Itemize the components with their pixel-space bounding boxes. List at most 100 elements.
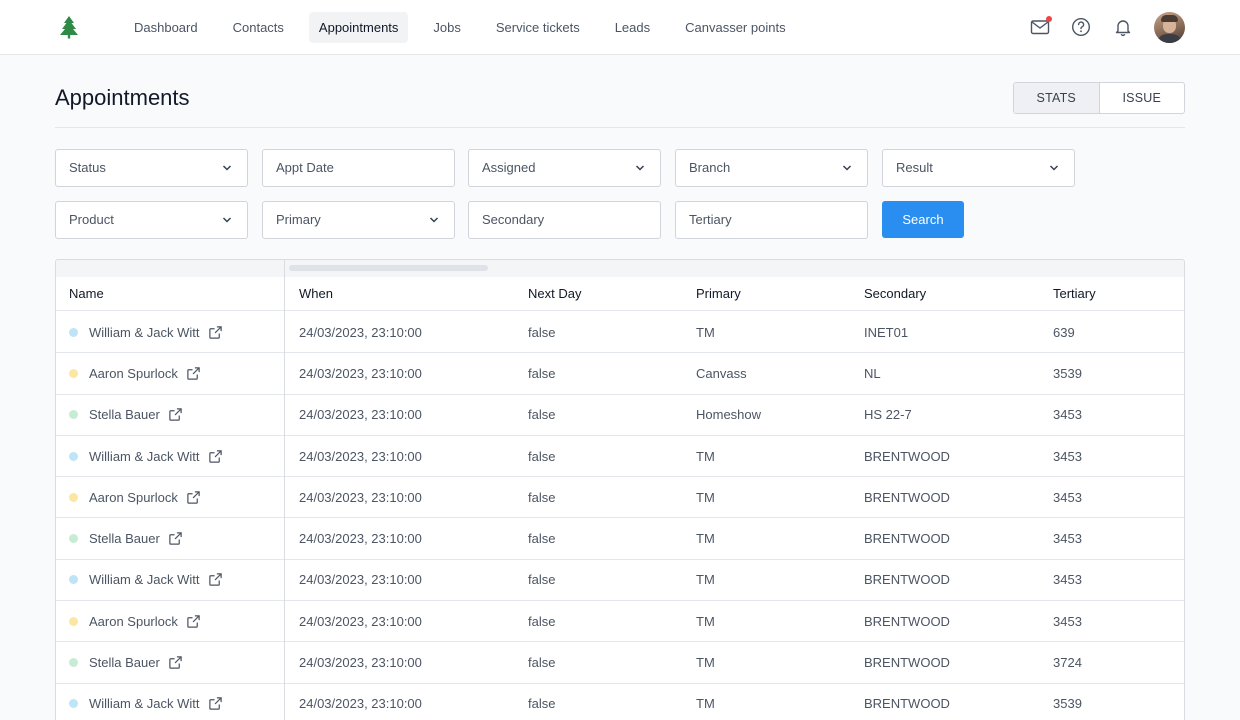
help-icon[interactable] [1071,17,1091,37]
external-link-icon[interactable] [186,366,201,381]
nav-dashboard[interactable]: Dashboard [124,12,208,43]
branch-select[interactable]: Branch [675,149,868,187]
secondary-input[interactable]: Secondary [468,201,661,239]
branch-select-label: Branch [689,160,731,175]
secondary-cell: BRENTWOOD [864,696,950,712]
table-row[interactable]: William & Jack Witt 24/03/2023, 23:10:00 f… [56,560,1184,602]
nav-leads[interactable]: Leads [605,12,660,43]
contact-name[interactable]: Aaron Spurlock [89,366,178,381]
search-button[interactable]: Search [882,201,964,238]
next-day-cell: false [528,531,556,547]
assigned-select[interactable]: Assigned [468,149,661,187]
nav-canvasser-points[interactable]: Canvasser points [675,12,795,43]
tertiary-input[interactable]: Tertiary [675,201,868,239]
table-row[interactable]: William & Jack Witt 24/03/2023, 23:10:00 f… [56,684,1184,720]
contact-name[interactable]: Aaron Spurlock [89,490,178,505]
status-dot [69,699,78,709]
contact-name[interactable]: William & Jack Witt [89,449,200,464]
product-select[interactable]: Product [55,201,248,239]
column-header-primary[interactable]: Primary [696,277,741,310]
chevron-down-icon [222,165,232,171]
status-dot [69,492,78,502]
horizontal-scrollbar[interactable] [56,260,1184,277]
contact-name[interactable]: William & Jack Witt [89,696,200,711]
column-header-when[interactable]: When [299,277,333,310]
primary-select[interactable]: Primary [262,201,455,239]
external-link-icon[interactable] [186,490,201,505]
nav-appointments[interactable]: Appointments [308,12,409,43]
secondary-cell: BRENTWOOD [864,448,950,464]
contact-name[interactable]: William & Jack Witt [89,325,200,340]
primary-cell: TM [696,489,715,505]
primary-select-label: Primary [276,212,321,227]
external-link-icon[interactable] [208,696,223,711]
view-toggle: STATS ISSUE [1013,82,1185,114]
column-header-secondary[interactable]: Secondary [864,277,926,310]
assigned-select-label: Assigned [482,160,536,175]
status-select[interactable]: Status [55,149,248,187]
external-link-icon[interactable] [168,407,183,422]
table-row[interactable]: Stella Bauer 24/03/2023, 23:10:00 false TM B… [56,642,1184,684]
secondary-cell: NL [864,365,881,381]
result-select[interactable]: Result [882,149,1075,187]
table-row[interactable]: Stella Bauer 24/03/2023, 23:10:00 false Hom… [56,395,1184,436]
when-cell: 24/03/2023, 23:10:00 [299,489,422,505]
tree-logo-icon[interactable] [57,15,81,39]
column-header-tertiary[interactable]: Tertiary [1053,277,1096,310]
external-link-icon[interactable] [168,531,183,546]
table-row[interactable]: William & Jack Witt 24/03/2023, 23:10:00 f… [56,312,1184,354]
primary-cell: TM [696,655,715,671]
tab-stats[interactable]: STATS [1014,83,1100,113]
primary-cell: Homeshow [696,407,762,423]
table-row[interactable]: William & Jack Witt 24/03/2023, 23:10:00 f… [56,436,1184,478]
nav-service-tickets[interactable]: Service tickets [486,12,590,43]
tertiary-cell: 3453 [1053,531,1082,547]
contact-name[interactable]: Stella Bauer [89,655,160,670]
contact-name[interactable]: Aaron Spurlock [89,614,178,629]
tertiary-placeholder: Tertiary [689,212,732,227]
when-cell: 24/03/2023, 23:10:00 [299,696,422,712]
status-dot [69,616,78,626]
name-cell: Stella Bauer [69,642,183,682]
external-link-icon[interactable] [208,449,223,464]
result-select-label: Result [896,160,933,175]
contact-name[interactable]: William & Jack Witt [89,572,200,587]
status-dot [69,368,78,378]
column-header-next-day[interactable]: Next Day [528,277,581,310]
tertiary-cell: 3453 [1053,448,1082,464]
tab-issue[interactable]: ISSUE [1100,83,1185,113]
secondary-cell: HS 22-7 [864,407,912,423]
contact-name[interactable]: Stella Bauer [89,407,160,422]
table-row[interactable]: Aaron Spurlock 24/03/2023, 23:10:00 false T… [56,601,1184,643]
when-cell: 24/03/2023, 23:10:00 [299,613,422,629]
name-cell: William & Jack Witt [69,312,223,352]
table-row[interactable]: Stella Bauer 24/03/2023, 23:10:00 false TM B… [56,519,1184,560]
appt-date-input[interactable]: Appt Date [262,149,455,187]
name-cell: William & Jack Witt [69,684,223,720]
secondary-cell: BRENTWOOD [864,531,950,547]
bell-icon[interactable] [1113,17,1133,37]
when-cell: 24/03/2023, 23:10:00 [299,407,422,423]
notification-dot [1046,16,1052,22]
table-row[interactable]: Aaron Spurlock 24/03/2023, 23:10:00 false T… [56,477,1184,519]
contact-name[interactable]: Stella Bauer [89,531,160,546]
external-link-icon[interactable] [208,572,223,587]
status-dot [69,451,78,461]
status-dot [69,410,78,420]
secondary-cell: BRENTWOOD [864,572,950,588]
user-avatar[interactable] [1154,12,1185,43]
table-row[interactable]: Aaron Spurlock 24/03/2023, 23:10:00 false C… [56,353,1184,395]
secondary-placeholder: Secondary [482,212,545,227]
external-link-icon[interactable] [186,614,201,629]
external-link-icon[interactable] [168,655,183,670]
nav-contacts[interactable]: Contacts [223,12,294,43]
external-link-icon[interactable] [208,325,223,340]
next-day-cell: false [528,365,556,381]
status-dot [69,534,78,544]
next-day-cell: false [528,572,556,588]
nav-jobs[interactable]: Jobs [423,12,470,43]
appt-date-placeholder: Appt Date [276,160,334,175]
scrollbar-thumb[interactable] [289,265,488,271]
column-header-name[interactable]: Name [69,277,104,310]
when-cell: 24/03/2023, 23:10:00 [299,655,422,671]
